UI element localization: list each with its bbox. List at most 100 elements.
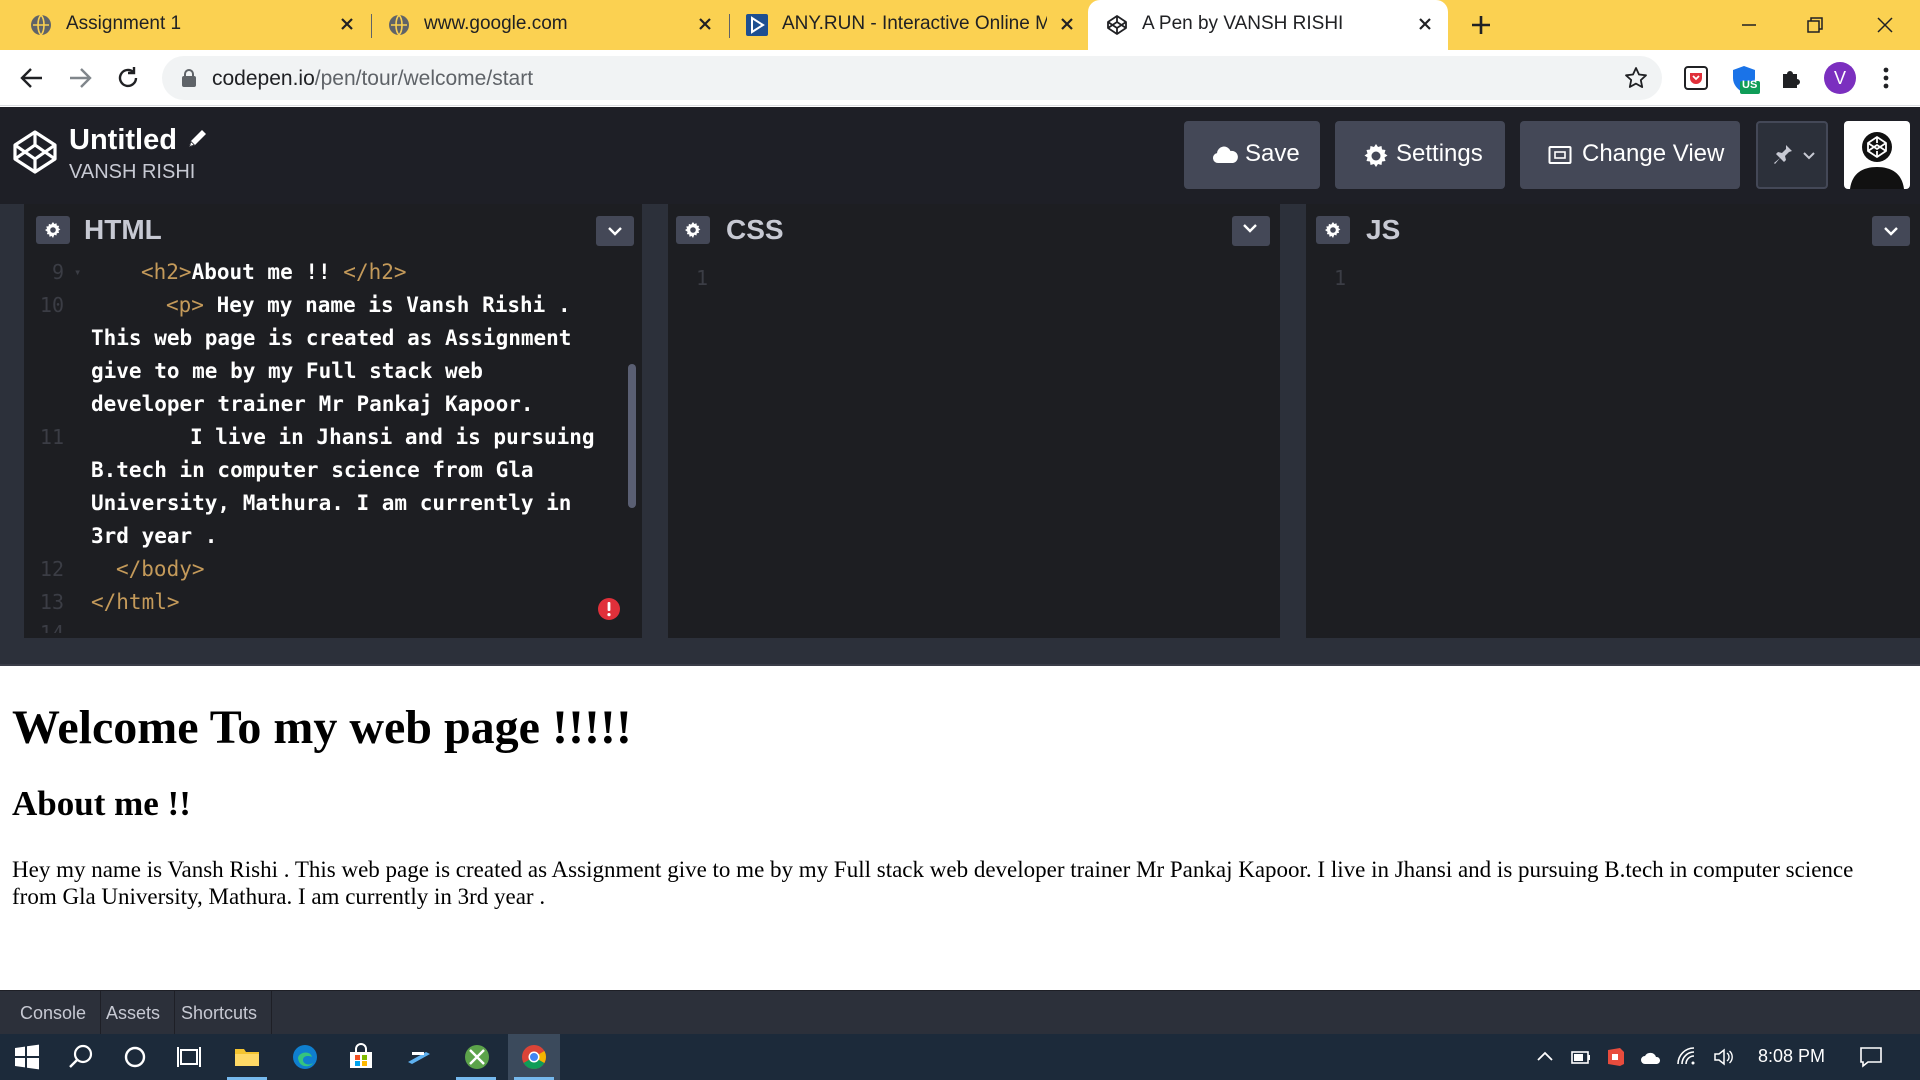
search-icon[interactable] [66, 1042, 96, 1072]
code-text: Hey my name is Vansh Rishi . [203, 293, 571, 317]
code-line-10: <p> Hey my name is Vansh Rishi . [166, 289, 571, 322]
shortcuts-button[interactable]: Shortcuts [167, 991, 273, 1035]
reload-icon[interactable] [114, 64, 142, 92]
notifications-icon[interactable] [1858, 1044, 1884, 1070]
puzzle-extensions-icon[interactable] [1778, 64, 1806, 92]
bookmark-star-icon[interactable] [1624, 66, 1648, 90]
css-editor[interactable]: CSS 1 [668, 204, 1280, 638]
gear-icon [1364, 144, 1388, 167]
edge-icon[interactable] [290, 1042, 320, 1072]
codepen-logo-icon[interactable] [12, 129, 58, 175]
close-window-icon[interactable] [1870, 10, 1900, 40]
lock-icon[interactable] [180, 68, 198, 88]
code-line-12: </body> [116, 557, 205, 581]
code-tag: </h2> [343, 260, 407, 284]
editor-resize-handle[interactable] [1280, 204, 1304, 664]
cortana-icon[interactable] [120, 1042, 150, 1072]
tab-title: Assignment 1 [66, 13, 182, 34]
globe-icon [389, 14, 409, 36]
profile-avatar[interactable]: V [1824, 62, 1856, 94]
volume-icon[interactable] [1712, 1046, 1734, 1068]
wifi-icon[interactable] [1676, 1046, 1698, 1068]
battery-icon[interactable] [1570, 1046, 1592, 1068]
tab-title: www.google.com [424, 13, 568, 34]
pen-author[interactable]: VANSH RISHI [69, 161, 195, 184]
console-button[interactable]: Console [6, 991, 102, 1035]
onedrive-icon[interactable] [1640, 1046, 1662, 1068]
code-line-13: </html> [91, 590, 180, 614]
settings-button[interactable]: Settings [1335, 121, 1505, 189]
preview-paragraph: Hey my name is Vansh Rishi . This web pa… [12, 857, 1854, 909]
html-editor-title: HTML [84, 214, 162, 245]
browser-tab-anyrun[interactable]: ANY.RUN - Interactive Online Ma [716, 0, 1088, 50]
browser-tab-assignment[interactable]: Assignment 1 [0, 0, 370, 50]
change-view-button[interactable]: Change View [1520, 121, 1740, 189]
js-collapse-button[interactable] [1872, 216, 1910, 246]
editor-resize-handle[interactable] [642, 204, 666, 664]
preview-heading: Welcome To my web page !!!!! [12, 701, 632, 754]
xbox-icon[interactable] [462, 1042, 492, 1072]
store-icon[interactable] [346, 1042, 376, 1072]
url-text: codepen.io/pen/tour/welcome/start [212, 67, 533, 91]
restore-icon[interactable] [1800, 10, 1830, 40]
html-collapse-button[interactable] [596, 216, 634, 246]
app-icon[interactable] [404, 1042, 434, 1072]
pin-menu-button[interactable] [1756, 121, 1828, 189]
office-icon[interactable] [1604, 1046, 1626, 1068]
line-number: 1 [1333, 266, 1346, 290]
html-editor[interactable]: HTML 9 ▾ <h2>About me !! </h2> 10 <p> He… [24, 204, 642, 638]
code-tag: <p> [166, 293, 204, 317]
browser-tab-google[interactable]: www.google.com [358, 0, 728, 50]
line-number: 13 [39, 590, 64, 614]
close-icon[interactable] [1056, 13, 1078, 35]
pencil-edit-icon[interactable] [186, 128, 208, 150]
error-icon[interactable] [597, 597, 621, 621]
save-button[interactable]: Save [1184, 121, 1320, 189]
js-code[interactable]: 1 [1306, 256, 1920, 638]
code-wrap: developer trainer Mr Pankaj Kapoor. [91, 392, 534, 416]
chrome-taskbar-button[interactable] [508, 1034, 560, 1080]
pen-title[interactable]: Untitled [69, 124, 177, 157]
browser-tab-codepen[interactable]: A Pen by VANSH RISHI [1088, 0, 1448, 50]
vpn-extension[interactable]: US [1730, 64, 1760, 94]
close-icon[interactable] [1414, 13, 1436, 35]
gear-icon [1325, 222, 1341, 238]
html-code[interactable]: 9 ▾ <h2>About me !! </h2> 10 <p> Hey my … [24, 256, 642, 638]
file-explorer-icon[interactable] [232, 1042, 262, 1072]
codepen-footer: Console Assets Shortcuts [0, 990, 1920, 1035]
forward-arrow-icon[interactable] [66, 64, 94, 92]
minimize-icon[interactable] [1734, 10, 1764, 40]
back-arrow-icon[interactable] [18, 64, 46, 92]
tab-title: A Pen by VANSH RISHI [1142, 13, 1344, 34]
assets-button[interactable]: Assets [92, 991, 176, 1035]
clock[interactable]: 8:08 PM [1758, 1046, 1825, 1067]
more-menu-icon[interactable] [1878, 64, 1894, 92]
js-settings-button[interactable] [1316, 216, 1350, 244]
line-number: 11 [39, 425, 64, 449]
windows-start-icon[interactable] [12, 1042, 42, 1072]
gear-icon [45, 222, 61, 238]
js-editor[interactable]: JS 1 [1306, 204, 1920, 638]
new-tab-plus-icon[interactable] [1468, 12, 1494, 38]
html-settings-button[interactable] [36, 216, 70, 244]
css-collapse-button[interactable] [1232, 216, 1270, 246]
line-number: 1 [695, 266, 708, 290]
code-wrap: University, Mathura. I am currently in [91, 491, 572, 515]
settings-label: Settings [1396, 140, 1483, 167]
code-line-11: I live in Jhansi and is pursuing [190, 425, 595, 449]
address-bar[interactable]: codepen.io/pen/tour/welcome/start [162, 56, 1662, 100]
close-icon[interactable] [336, 13, 358, 35]
css-code[interactable]: 1 [668, 256, 1280, 638]
css-settings-button[interactable] [676, 216, 710, 244]
html-editor-scrollbar[interactable] [628, 364, 636, 508]
task-view-icon[interactable] [174, 1042, 204, 1072]
fold-arrow-icon[interactable]: ▾ [74, 256, 81, 289]
cloud-icon [1212, 146, 1238, 163]
pocket-extension-icon[interactable] [1682, 64, 1710, 92]
close-icon[interactable] [694, 13, 716, 35]
chevron-down-icon [1243, 224, 1257, 233]
chevron-up-icon[interactable] [1534, 1046, 1556, 1068]
user-avatar[interactable] [1844, 121, 1910, 189]
code-wrap: B.tech in computer science from Gla [91, 458, 534, 482]
browser-toolbar: codepen.io/pen/tour/welcome/start US V [0, 50, 1920, 106]
